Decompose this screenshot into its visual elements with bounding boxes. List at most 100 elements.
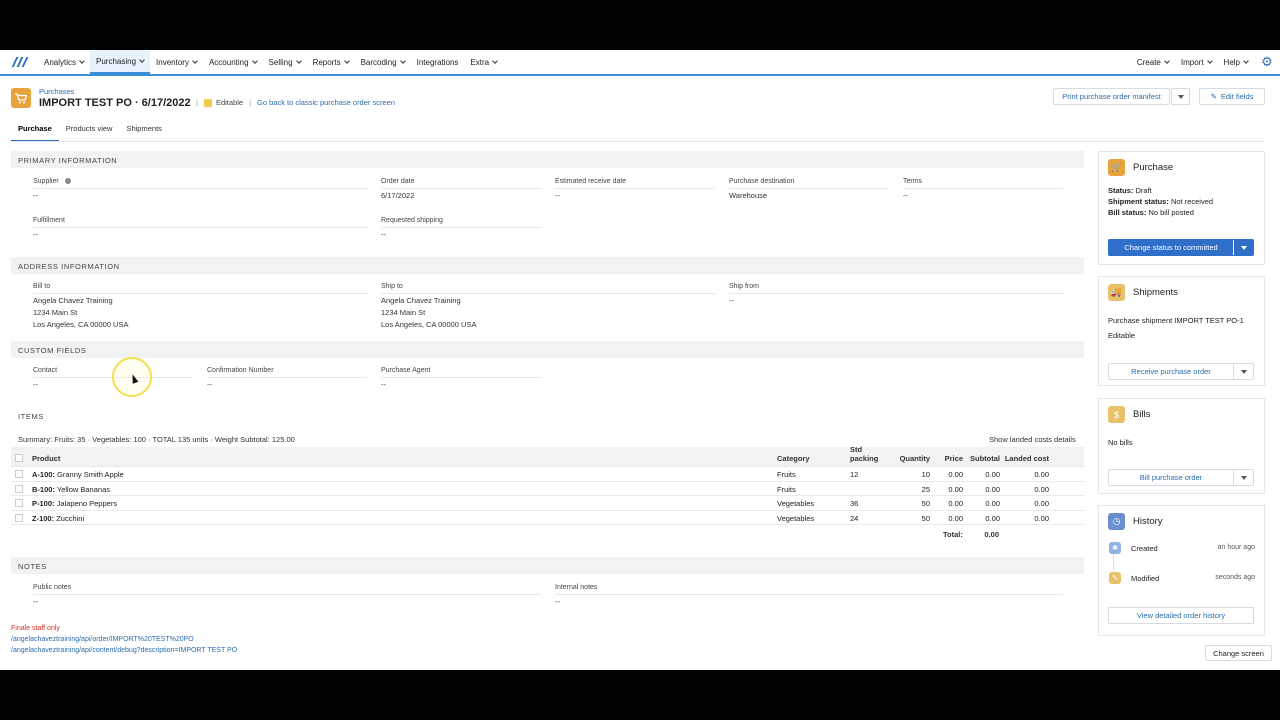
row-checkbox[interactable]	[15, 470, 23, 478]
supplier-value[interactable]: --	[33, 190, 38, 202]
change-screen-button[interactable]: Change screen	[1205, 645, 1272, 661]
col-landed-cost[interactable]: Landed cost	[1004, 454, 1049, 463]
nav-import[interactable]: Import	[1175, 50, 1218, 74]
agent-value[interactable]: --	[381, 379, 386, 391]
nav-reports[interactable]: Reports	[307, 50, 355, 74]
nav-inventory[interactable]: Inventory	[150, 50, 203, 74]
nav-help[interactable]: Help	[1218, 50, 1254, 74]
view-history-button[interactable]: View detailed order history	[1109, 608, 1253, 623]
col-quantity[interactable]: Quantity	[881, 454, 930, 463]
shipments-card: 🚚 Shipments Purchase shipment IMPORT TES…	[1098, 276, 1265, 386]
category-cell: Vegetables	[777, 499, 815, 508]
quantity-cell[interactable]: 50	[881, 499, 930, 508]
std-packing-cell[interactable]: 12	[850, 470, 858, 479]
destination-value[interactable]: Warehouse	[729, 190, 767, 202]
nav-purchasing[interactable]: Purchasing	[90, 50, 151, 74]
quantity-cell[interactable]: 25	[881, 485, 930, 494]
landed-costs-link[interactable]: Show landed costs details	[989, 434, 1076, 446]
nav-create[interactable]: Create	[1131, 50, 1175, 74]
bills-card: $ Bills No bills Bill purchase order	[1098, 398, 1265, 494]
chevron-down-icon	[139, 56, 145, 63]
quantity-cell[interactable]: 10	[881, 470, 930, 479]
select-all-checkbox[interactable]	[15, 454, 23, 462]
ship-to-address[interactable]: Angela Chavez Training 1234 Main St Los …	[381, 295, 476, 331]
est-receive-label: Estimated receive date	[555, 178, 715, 189]
total-label: Total:	[943, 530, 963, 539]
print-manifest-button[interactable]: Print purchase order manifest	[1053, 88, 1170, 105]
nav-barcoding[interactable]: Barcoding	[355, 50, 411, 74]
table-row[interactable]: P-100: Jalapeno Peppers Vegetables 36 50…	[11, 496, 1084, 511]
product-cell[interactable]: B-100: Yellow Bananas	[32, 485, 110, 494]
change-status-dropdown[interactable]	[1233, 240, 1253, 255]
row-checkbox[interactable]	[15, 499, 23, 507]
api-debug-link[interactable]: /angelachaveztraining/api/content/debug?…	[11, 647, 237, 654]
purchase-card-header: 🛒 Purchase	[1108, 159, 1173, 176]
logo-icon[interactable]	[11, 56, 29, 68]
price-cell[interactable]: 0.00	[931, 470, 963, 479]
subtotal-cell: 0.00	[985, 513, 1000, 523]
product-cell[interactable]: A-100: Granny Smith Apple	[32, 470, 124, 479]
tab-purchase[interactable]: Purchase	[11, 118, 59, 142]
confirmation-value[interactable]: --	[207, 379, 212, 391]
info-icon[interactable]	[64, 178, 71, 185]
fulfillment-value[interactable]: --	[33, 229, 38, 241]
col-subtotal[interactable]: Subtotal	[966, 454, 1000, 463]
product-cell[interactable]: Z-100: Zucchini	[32, 514, 84, 523]
breadcrumb[interactable]: Purchases	[39, 87, 74, 96]
print-options-dropdown[interactable]	[1171, 88, 1190, 105]
receive-order-button[interactable]: Receive purchase order	[1109, 364, 1233, 379]
terms-value[interactable]: --	[903, 190, 908, 202]
internal-notes-value[interactable]: --	[555, 596, 560, 608]
col-price[interactable]: Price	[931, 454, 963, 463]
nav-analytics[interactable]: Analytics	[38, 50, 90, 74]
api-order-link[interactable]: /angelachaveztraining/api/order/IMPORT%2…	[11, 636, 194, 643]
receive-options-dropdown[interactable]	[1233, 364, 1253, 379]
chevron-down-icon	[1206, 57, 1213, 64]
ship-from-label: Ship from	[729, 283, 1064, 294]
pencil-icon: ✎	[1210, 92, 1217, 101]
row-checkbox[interactable]	[15, 513, 23, 522]
std-packing-cell[interactable]: 24	[850, 514, 858, 523]
nav-selling[interactable]: Selling	[263, 50, 307, 74]
order-date-value[interactable]: 6/17/2022	[381, 190, 414, 202]
shipment-link[interactable]: Purchase shipment IMPORT TEST PO-1	[1108, 316, 1244, 325]
req-shipping-value[interactable]: --	[381, 229, 386, 241]
bill-options-dropdown[interactable]	[1233, 470, 1253, 485]
bill-order-button[interactable]: Bill purchase order	[1109, 470, 1233, 485]
ship-from-value[interactable]: --	[729, 295, 734, 307]
custom-fields-header: CUSTOM FIELDS	[11, 341, 1084, 358]
public-notes-value[interactable]: --	[33, 596, 38, 608]
std-packing-cell[interactable]: 36	[850, 499, 858, 508]
order-date-label: Order date	[381, 178, 541, 189]
price-cell[interactable]: 0.00	[931, 514, 963, 523]
col-category[interactable]: Category	[777, 454, 810, 463]
est-receive-value[interactable]: --	[555, 190, 560, 202]
nav-integrations[interactable]: Integrations	[411, 50, 465, 74]
tab-bar: Purchase Products view Shipments	[11, 118, 169, 142]
app-window: Analytics Purchasing Inventory Accountin…	[0, 50, 1280, 670]
table-row[interactable]: B-100: Yellow Bananas Fruits 25 0.00 0.0…	[11, 482, 1084, 496]
col-std-packing[interactable]: Std packing	[850, 445, 885, 463]
contact-value[interactable]: --	[33, 379, 38, 391]
fulfillment-label: Fulfillment	[33, 217, 368, 228]
edit-fields-button[interactable]: ✎ Edit fields	[1199, 88, 1265, 105]
row-checkbox[interactable]	[15, 484, 23, 493]
notes-header: NOTES	[11, 557, 1084, 574]
gear-icon[interactable]: ⚙	[1260, 55, 1274, 69]
tab-shipments[interactable]: Shipments	[119, 118, 168, 142]
classic-screen-link[interactable]: Go back to classic purchase order screen	[257, 98, 395, 107]
quantity-cell[interactable]: 50	[881, 514, 930, 523]
receive-split-button: Receive purchase order	[1108, 363, 1254, 380]
table-row[interactable]: Z-100: Zucchini Vegetables 24 50 0.00 0.…	[11, 511, 1084, 525]
price-cell[interactable]: 0.00	[931, 499, 963, 508]
col-product[interactable]: Product	[32, 454, 60, 463]
bill-to-address[interactable]: Angela Chavez Training 1234 Main St Los …	[33, 295, 128, 331]
change-status-button[interactable]: Change status to committed	[1109, 240, 1233, 255]
nav-accounting[interactable]: Accounting	[203, 50, 263, 74]
product-cell[interactable]: P-100: Jalapeno Peppers	[32, 499, 117, 508]
table-row[interactable]: A-100: Granny Smith Apple Fruits 12 10 0…	[11, 467, 1084, 482]
price-cell[interactable]: 0.00	[931, 485, 963, 494]
tab-products-view[interactable]: Products view	[59, 118, 120, 142]
total-value: 0.00	[984, 530, 999, 539]
nav-extra[interactable]: Extra	[464, 50, 503, 74]
